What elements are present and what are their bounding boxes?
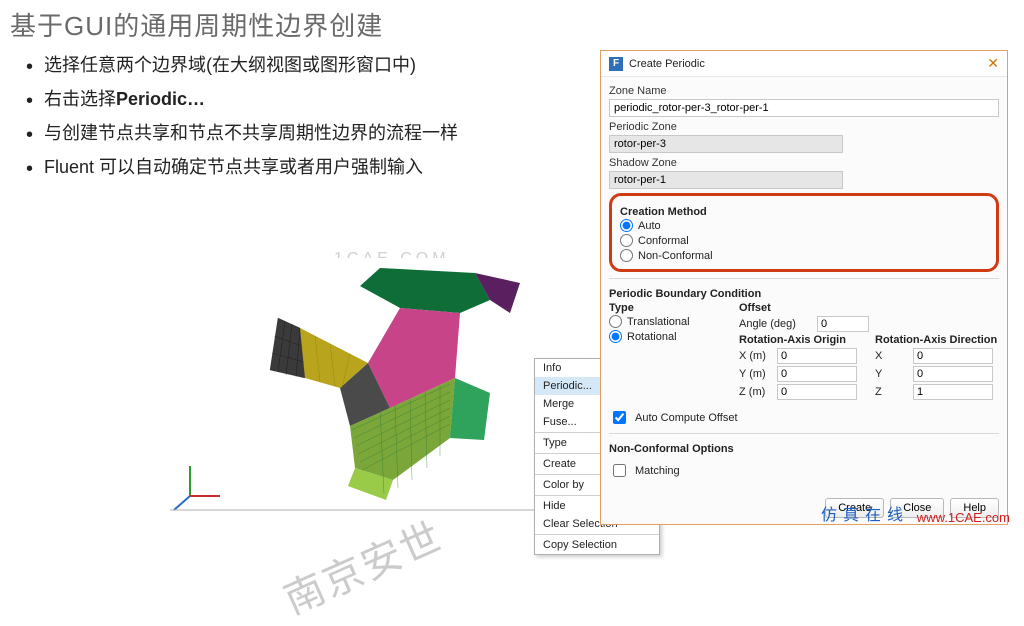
origin-y-input[interactable] [777,366,857,382]
dialog-titlebar: F Create Periodic ✕ [601,51,1007,77]
footer-brand: 仿真在线 [821,501,909,525]
matching-checkbox[interactable] [613,464,626,477]
radio-auto[interactable]: Auto [620,218,988,233]
radio-nonconformal-input[interactable] [620,249,633,262]
dir-z-label: Z [875,386,909,398]
origin-y-label: Y (m) [739,368,773,380]
radio-auto-input[interactable] [620,219,633,232]
periodic-zone-input[interactable] [609,135,843,153]
periodic-zone-label: Periodic Zone [609,121,999,133]
auto-compute-label: Auto Compute Offset [635,412,738,424]
bullet-2-bold: Periodic… [116,89,205,109]
auto-compute-row[interactable]: Auto Compute Offset [609,408,999,427]
watermark-main: 南京安世 [273,504,450,625]
context-menu-separator [535,534,659,535]
context-menu-label: Type [543,437,567,449]
create-periodic-dialog: F Create Periodic ✕ Zone Name Periodic Z… [600,50,1008,525]
matching-label: Matching [635,465,680,477]
dir-y-label: Y [875,368,909,380]
title-gui: GUI [64,11,113,41]
app-icon: F [609,57,623,71]
auto-compute-checkbox[interactable] [613,411,626,424]
rotor-mesh-render [150,258,570,518]
dialog-title-text: Create Periodic [629,58,981,70]
angle-label: Angle (deg) [739,318,811,330]
zone-name-input[interactable] [609,99,999,117]
angle-input[interactable] [817,316,869,332]
radio-rotational-input[interactable] [609,330,622,343]
bullet-4-rest: 可以自动确定节点共享或者用户强制输入 [99,157,423,177]
footer-url: www.1CAE.com [917,510,1010,525]
close-icon[interactable]: ✕ [987,55,999,72]
context-menu-label: Fuse... [543,416,577,428]
context-menu-label: Info [543,362,561,374]
radio-translational[interactable]: Translational [609,314,729,329]
render-viewport[interactable]: 南京安世 InfoPeriodic...MergeFuse...Type▶Cre… [150,258,570,518]
radio-conformal-input[interactable] [620,234,633,247]
creation-method-highlight: Creation Method Auto Conformal Non-Confo… [609,193,999,272]
radio-nonconformal[interactable]: Non-Conformal [620,248,988,263]
title-post: 的通用周期性边界创建 [113,11,383,41]
pbc-header: Periodic Boundary Condition [609,288,999,300]
bullet-2-pre: 右击选择 [44,89,116,109]
origin-x-input[interactable] [777,348,857,364]
dir-x-input[interactable] [913,348,993,364]
offset-header: Offset [739,302,999,314]
context-menu-item[interactable]: Copy Selection [535,536,659,554]
origin-z-input[interactable] [777,384,857,400]
slide-title: 基于GUI的通用周期性边界创建 [0,0,1024,43]
shadow-zone-input[interactable] [609,171,843,189]
matching-row[interactable]: Matching [609,461,999,480]
shadow-zone-label: Shadow Zone [609,157,999,169]
dir-y-input[interactable] [913,366,993,382]
context-menu-label: Hide [543,500,566,512]
creation-method-header: Creation Method [620,206,988,218]
bullet-4-pre: Fluent [44,157,99,177]
origin-z-label: Z (m) [739,386,773,398]
radio-rotational[interactable]: Rotational [609,329,729,344]
context-menu-label: Create [543,458,576,470]
zone-name-label: Zone Name [609,85,999,97]
origin-header: Rotation-Axis Origin [739,334,857,346]
context-menu-label: Color by [543,479,584,491]
nco-header: Non-Conformal Options [609,443,999,455]
radio-conformal[interactable]: Conformal [620,233,988,248]
dir-z-input[interactable] [913,384,993,400]
radio-translational-input[interactable] [609,315,622,328]
type-header: Type [609,302,729,314]
dir-x-label: X [875,350,909,362]
direction-header: Rotation-Axis Direction [875,334,997,346]
title-pre: 基于 [10,11,64,41]
context-menu-label: Merge [543,398,574,410]
origin-x-label: X (m) [739,350,773,362]
context-menu-label: Periodic... [543,380,592,392]
context-menu-label: Copy Selection [543,539,617,551]
